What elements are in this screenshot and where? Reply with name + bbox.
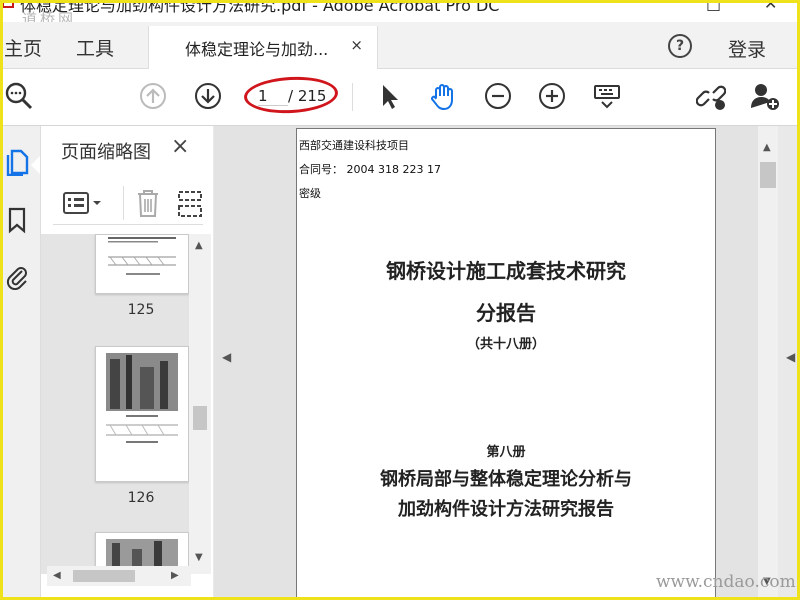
delete-page-icon[interactable] (135, 188, 161, 222)
site-watermark: 道桥网 (22, 10, 77, 22)
scroll-left-arrow-icon[interactable]: ◀ (53, 570, 61, 581)
login-button[interactable]: 登录 (728, 35, 766, 62)
zoom-out-icon[interactable] (483, 81, 513, 111)
zoom-in-icon[interactable] (537, 81, 567, 111)
maximize-button[interactable]: □ (706, 0, 721, 13)
red-highlight-ellipse (243, 74, 339, 116)
document-scroll-up-icon[interactable]: ▲ (763, 142, 771, 153)
page-thumbnails-icon[interactable] (4, 148, 30, 177)
add-user-icon[interactable] (750, 81, 780, 111)
thumbnail-vertical-scrollbar[interactable]: ▲ ▼ (189, 234, 211, 574)
insert-page-icon[interactable] (177, 188, 203, 222)
select-arrow-icon[interactable] (374, 81, 404, 111)
report-subtitle: 分报告 (476, 301, 536, 325)
document-title-line2: 加劲构件设计方法研究报告 (398, 499, 614, 520)
horizontal-scrollbar-thumb[interactable] (73, 570, 135, 582)
document-tab[interactable]: 体稳定理论与加劲... × (148, 26, 378, 69)
page-number-box: 1 / 215 (243, 74, 340, 116)
contract-number: 合同号： 2004 318 223 17 (299, 163, 441, 176)
thumbnail-page-126[interactable] (95, 346, 189, 482)
scroll-down-arrow-icon[interactable]: ▼ (195, 552, 203, 563)
scrollbar-thumb[interactable] (193, 406, 207, 430)
share-link-icon[interactable] (695, 81, 727, 111)
main-toolbar: 1 / 215 (0, 69, 800, 126)
document-title-line1: 钢桥局部与整体稳定理论分析与 (380, 469, 632, 490)
panel-title: 页面缩略图 (61, 142, 151, 163)
scroll-right-arrow-icon[interactable]: ▶ (171, 570, 179, 581)
report-title: 钢桥设计施工成套技术研究 (386, 259, 626, 283)
panel-toolbar (53, 184, 203, 225)
document-scrollbar-thumb[interactable] (760, 162, 776, 188)
document-vertical-scrollbar[interactable]: ▲ ▼ (758, 126, 778, 600)
title-bar: 体稳定理论与加劲构件设计方法研究.pdf - Adobe Acrobat Pro… (0, 0, 800, 22)
project-line: 西部交通建设科技项目 (299, 139, 409, 152)
prev-page-icon[interactable] (138, 81, 168, 111)
footer-watermark: www.cndao.com (656, 572, 796, 592)
window-title: 体稳定理论与加劲构件设计方法研究.pdf - Adobe Acrobat Pro… (20, 0, 500, 15)
left-navigation-rail (0, 126, 41, 600)
close-window-button[interactable]: ✕ (764, 0, 777, 13)
options-menu-icon[interactable] (63, 190, 105, 220)
next-page-icon[interactable] (193, 81, 223, 111)
attachment-icon[interactable] (4, 262, 30, 291)
panel-close-button[interactable]: × (171, 134, 189, 159)
menu-home[interactable]: 主页 (4, 34, 42, 61)
hand-icon[interactable] (428, 81, 458, 111)
help-icon[interactable]: ? (668, 34, 692, 58)
keyboard-icon[interactable] (592, 81, 622, 111)
document-tab-label: 体稳定理论与加劲... (185, 40, 329, 59)
search-icon[interactable] (4, 81, 34, 111)
tab-close-button[interactable]: × (350, 36, 363, 54)
panel-pointer (31, 156, 40, 174)
thumbnail-page-125[interactable] (95, 234, 189, 294)
pdf-page: 西部交通建设科技项目 合同号： 2004 318 223 17 密级 钢桥设计施… (296, 128, 716, 600)
thumbnail-horizontal-scrollbar[interactable]: ◀ ▶ (47, 566, 191, 586)
menu-tools[interactable]: 工具 (76, 34, 114, 61)
tab-bar: 主页 工具 体稳定理论与加劲... × ? 登录 (0, 22, 800, 69)
volume-number: 第八册 (486, 445, 526, 460)
panel-tool-separator (123, 186, 124, 220)
volume-count: （共十八册） (466, 337, 545, 352)
thumbnail-label: 126 (127, 490, 155, 506)
expand-right-panel-icon[interactable]: ◀ (786, 350, 795, 364)
thumbnail-label: 125 (127, 302, 155, 318)
toolbar-separator (352, 83, 353, 111)
collapse-left-panel-icon[interactable]: ◀ (222, 350, 231, 364)
thumbnail-list: 125 126 (41, 234, 189, 574)
pdf-file-icon (2, 0, 14, 8)
security-level: 密级 (299, 187, 321, 200)
scroll-up-arrow-icon[interactable]: ▲ (195, 240, 203, 251)
bookmark-icon[interactable] (4, 206, 30, 234)
page-thumbnails-panel: 页面缩略图 × 125 126 ▲ ▼ ◀ ▶ (41, 126, 213, 600)
